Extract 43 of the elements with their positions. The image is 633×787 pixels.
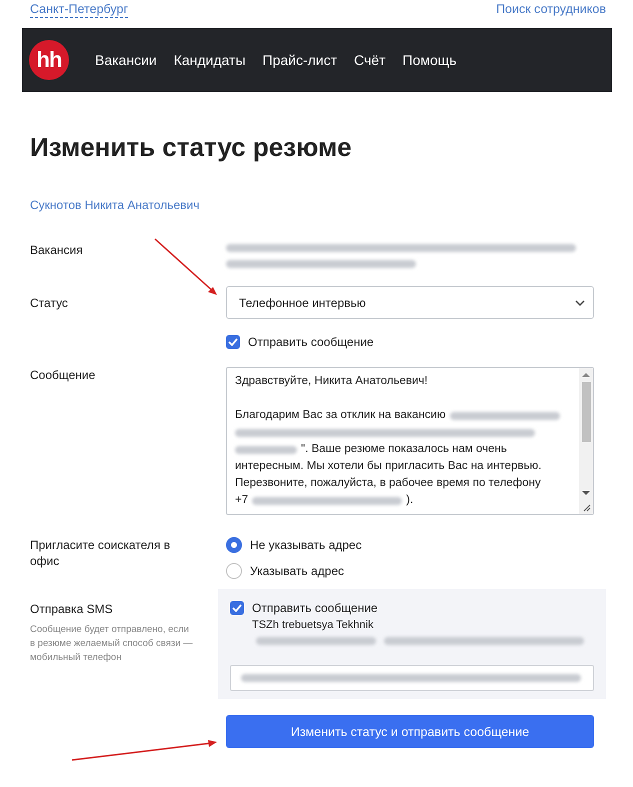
city-link[interactable]: Санкт-Петербург <box>30 2 128 18</box>
message-text: интересным. Мы хотели бы пригласить Вас на интервью. <box>235 459 542 474</box>
page-title: Изменить статус резюме <box>30 132 353 163</box>
status-dropdown[interactable]: Телефонное интервью <box>226 286 594 319</box>
field-label: Сообщение <box>30 367 96 384</box>
resize-grip-icon[interactable] <box>583 504 591 512</box>
checkbox-label: Отправить сообщение <box>248 335 374 349</box>
checkbox-label: Отправить сообщение <box>252 601 378 615</box>
annotation-arrow <box>153 237 219 297</box>
message-textarea[interactable] <box>226 367 594 515</box>
radio-button[interactable] <box>226 563 242 579</box>
scroll-up-icon[interactable] <box>582 372 590 378</box>
message-text: Перезвоните, пожалуйста, в рабочее время по телефону <box>235 476 541 491</box>
message-text: ). <box>406 493 414 508</box>
submit-button[interactable]: Изменить статус и отправить сообщение <box>226 715 594 748</box>
nav-link[interactable]: Прайс-лист <box>262 52 338 68</box>
chevron-down-icon <box>575 300 585 306</box>
field-label: Пригласите соискателя в офис <box>30 537 172 570</box>
nav-link[interactable]: Помощь <box>402 52 457 68</box>
scrollbar[interactable] <box>579 368 593 514</box>
redacted-text <box>235 446 297 454</box>
message-text: ". Ваше резюме показалось нам очень <box>301 442 507 457</box>
hint-text: Сообщение будет отправлено, если в резюме желаемый способ связи — мобильный телефон <box>30 623 194 665</box>
radio-label: Указывать адрес <box>250 564 344 578</box>
nav-link[interactable]: Кандидаты <box>174 52 246 68</box>
message-text: Благодарим Вас за отклик на вакансию <box>235 408 446 423</box>
sms-input-field[interactable] <box>230 665 594 691</box>
radio-label: Не указывать адрес <box>250 538 362 552</box>
nav-link[interactable]: Счёт <box>354 52 386 68</box>
field-label: Статус <box>30 294 69 310</box>
radio-button[interactable] <box>226 537 242 553</box>
candidate-link[interactable]: Сукнотов Никита Анатольевич <box>30 198 200 212</box>
scroll-down-icon[interactable] <box>582 490 590 496</box>
sms-text: TSZh trebuetsya Tekhnik <box>252 619 374 631</box>
message-text: Здравствуйте, Никита Анатольевич! <box>235 374 428 389</box>
employee-search-link[interactable]: Поиск сотрудников <box>496 2 606 28</box>
logo-icon[interactable]: hh <box>29 40 69 80</box>
checkbox[interactable] <box>226 335 240 349</box>
nav-link[interactable]: Вакансии <box>95 52 157 68</box>
checkbox[interactable] <box>230 601 244 615</box>
message-text: +7 <box>235 493 248 508</box>
field-label: Отправка SMS <box>30 601 114 617</box>
field-label: Вакансия <box>30 242 84 259</box>
